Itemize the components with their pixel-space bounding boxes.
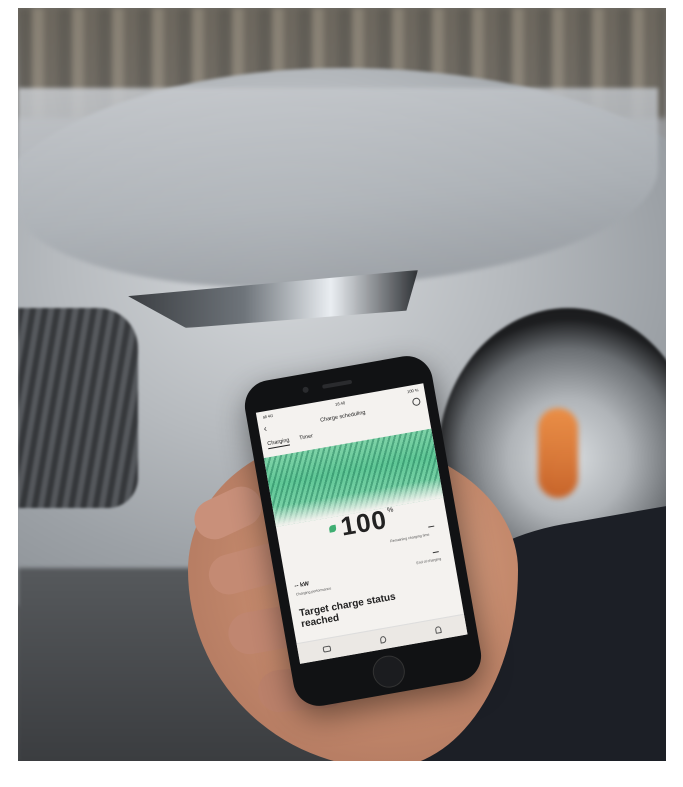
earpiece-speaker [322, 379, 353, 389]
brake-caliper [538, 408, 578, 498]
charge-status-message: Target charge status reached [298, 591, 397, 631]
battery-indicator: 100 % [406, 386, 419, 394]
clock: 16:40 [334, 399, 346, 407]
tab-timer[interactable]: Timer [299, 433, 314, 443]
phone-screen: all 4G 16:40 100 % ‹ Charge scheduling C… [255, 383, 468, 664]
tab-charging[interactable]: Charging [266, 437, 291, 450]
front-camera [302, 386, 310, 394]
back-chevron-icon[interactable]: ‹ [263, 423, 268, 433]
charge-percent-value: 100 [338, 503, 390, 542]
car-grille [18, 308, 138, 508]
page-title: Charge scheduling [319, 409, 366, 424]
car-icon[interactable] [322, 645, 332, 653]
charging-power-value: -- kW [294, 581, 310, 590]
remaining-time-label: Remaining charging time [389, 532, 430, 544]
carrier-signal: all 4G [262, 412, 274, 420]
settings-gear-icon[interactable] [411, 397, 422, 407]
home-button[interactable] [370, 653, 408, 691]
remaining-time-dash [428, 525, 435, 528]
end-of-charging-dash [432, 551, 439, 554]
end-of-charging-label: End of charging [416, 556, 442, 566]
leaf-icon [328, 524, 337, 533]
notification-icon[interactable] [434, 625, 442, 634]
scene-photo: all 4G 16:40 100 % ‹ Charge scheduling C… [18, 8, 666, 761]
location-icon[interactable] [379, 635, 387, 644]
charge-percent-unit: % [386, 506, 395, 515]
